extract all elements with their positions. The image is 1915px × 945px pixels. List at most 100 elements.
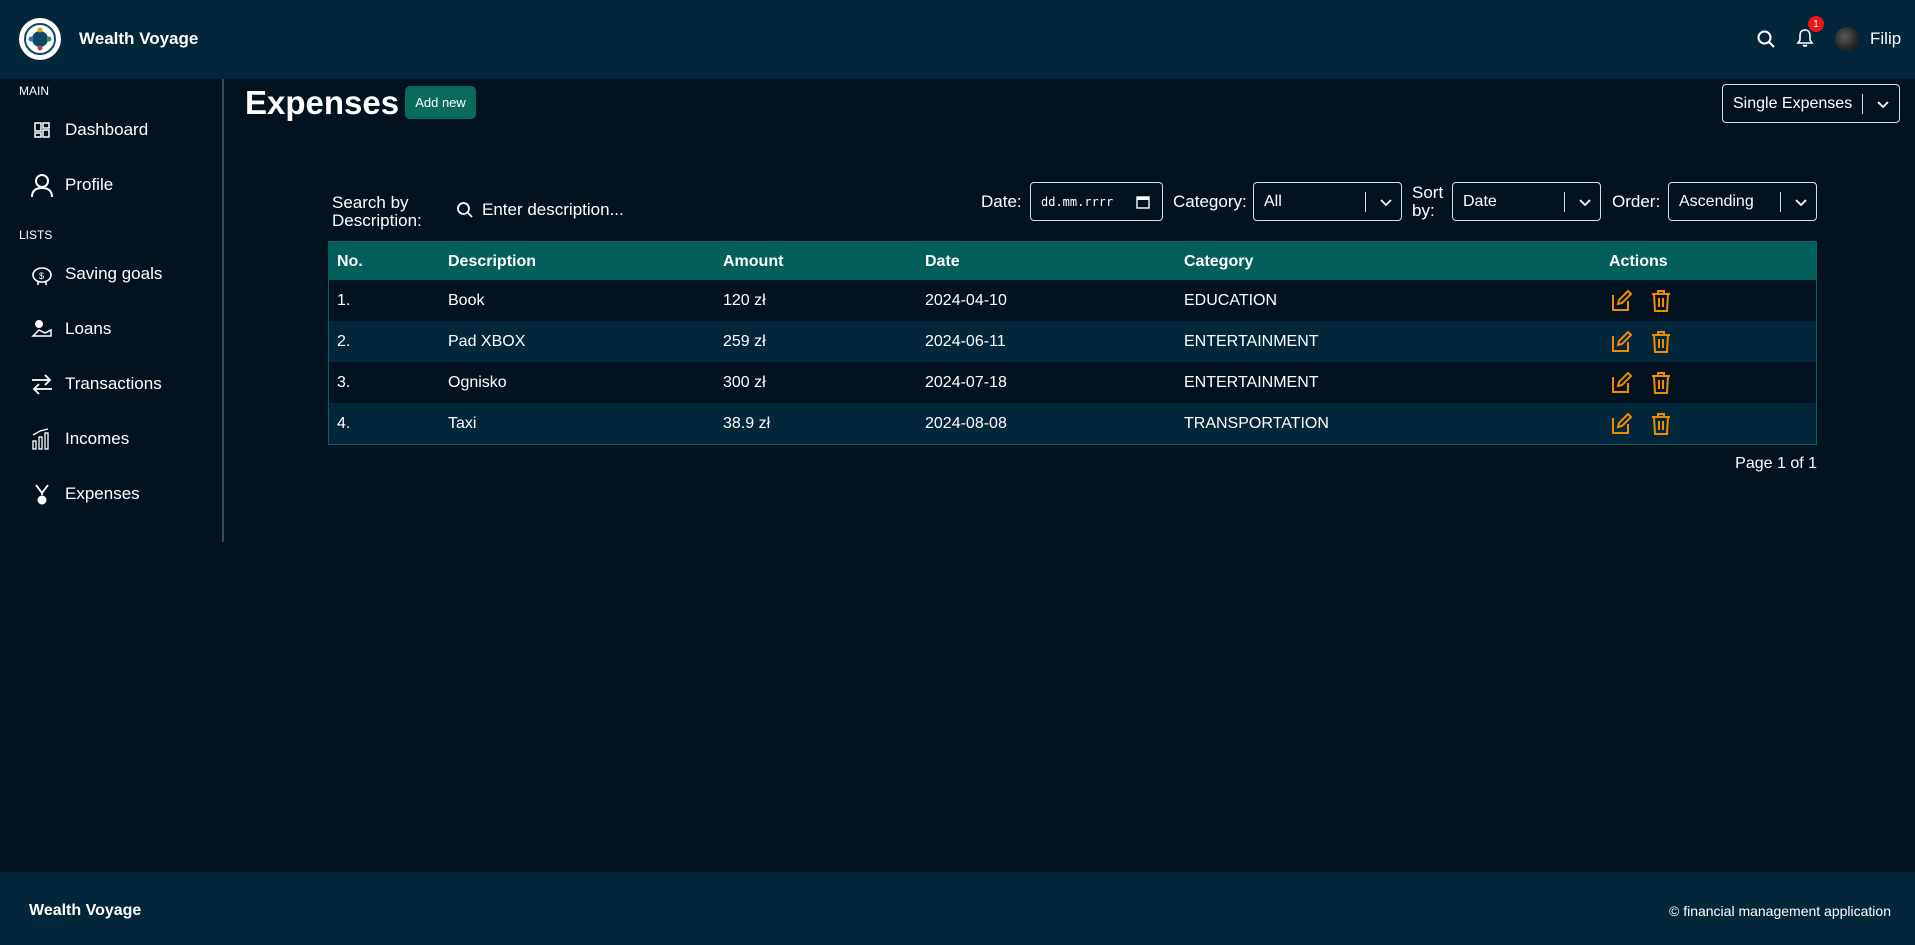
chevron-down-icon [1795,199,1807,207]
sidebar-item-label: Saving goals [65,264,163,283]
search-input[interactable] [482,200,662,220]
cell-category: TRANSPORTATION [1184,415,1329,432]
cell-date: 2024-08-08 [925,415,1007,432]
cell-no: 3. [337,374,351,391]
table-row: 4. Taxi 38.9 zł 2024-08-08 TRANSPORTATIO… [329,403,1816,444]
sidebar-item-label: Transactions [65,374,162,393]
delete-icon[interactable] [1649,412,1673,436]
sidebar-item-label: Expenses [65,484,140,503]
cell-description: Book [448,292,485,309]
cell-description: Ognisko [448,374,507,391]
order-label: Order: [1612,192,1661,211]
sidebar-item-transactions[interactable]: Transactions [28,364,218,404]
top-bar: Wealth Voyage 1 Filip [0,0,1915,79]
page-title: Expenses [245,84,400,121]
calendar-icon[interactable] [1136,195,1150,209]
column-header-actions: Actions [1609,253,1668,270]
sidebar-item-loans[interactable]: Loans [28,309,218,349]
app-logo[interactable] [19,18,61,60]
search-icon [457,202,473,218]
table-row: 1. Book 120 zł 2024-04-10 EDUCATION [329,280,1816,321]
edit-icon[interactable] [1609,289,1633,313]
search-icon [1757,30,1775,48]
table-header: No. Description Amount Date Category Act… [329,242,1816,280]
cell-amount: 120 zł [723,292,766,309]
cell-category: ENTERTAINMENT [1184,374,1319,391]
user-name[interactable]: Filip [1870,29,1901,49]
sidebar-item-label: Dashboard [65,120,149,139]
dashboard-icon [28,116,56,144]
cell-no: 2. [337,333,351,350]
cell-amount: 259 zł [723,333,766,350]
cell-amount: 300 zł [723,374,766,391]
category-select[interactable]: All [1253,182,1402,221]
expenses-table: No. Description Amount Date Category Act… [328,241,1817,445]
sidebar-item-label: Profile [65,175,114,194]
view-type-select[interactable]: Single Expenses [1722,84,1900,123]
svg-text:$: $ [39,271,44,281]
cell-amount: 38.9 zł [723,415,771,432]
select-divider [1862,94,1863,114]
chevron-down-icon [1579,199,1591,207]
footer-brand: Wealth Voyage [29,902,142,919]
select-divider [1564,192,1565,212]
edit-icon[interactable] [1609,371,1633,395]
column-header-description[interactable]: Description [448,253,536,271]
edit-icon[interactable] [1609,412,1633,436]
notification-badge: 1 [1808,16,1824,32]
column-header-date[interactable]: Date [925,253,960,271]
brand-title[interactable]: Wealth Voyage [79,29,198,49]
sort-select[interactable]: Date [1452,182,1601,221]
sidebar-item-label: Incomes [65,429,130,448]
footer: Wealth Voyage © financial management app… [0,872,1915,945]
bar-chart-icon [28,425,56,453]
sidebar-item-incomes[interactable]: Incomes [28,419,218,459]
select-divider [1365,192,1366,212]
piggy-bank-icon: $ [28,260,56,288]
cell-category: EDUCATION [1184,292,1278,309]
sidebar-item-saving-goals[interactable]: $ Saving goals [28,254,218,294]
sidebar-section-lists: LISTS [19,228,53,242]
delete-icon[interactable] [1649,289,1673,313]
column-header-category[interactable]: Category [1184,253,1253,271]
date-placeholder: dd.mm.rrrr [1041,194,1114,209]
date-label: Date: [981,192,1022,211]
footer-copyright: © financial management application [1668,903,1891,919]
delete-icon[interactable] [1649,371,1673,395]
category-value: All [1264,192,1282,210]
column-header-no[interactable]: No. [337,253,363,271]
sidebar-item-label: Loans [65,319,112,338]
sort-value: Date [1463,192,1497,210]
expense-icon [28,480,56,508]
sidebar: MAIN Dashboard Profile LISTS $ Saving go… [0,79,224,542]
add-new-button[interactable]: Add new [405,86,476,119]
cell-date: 2024-04-10 [925,292,1007,309]
cell-no: 4. [337,415,351,432]
cell-description: Taxi [448,415,477,432]
search-field[interactable] [456,200,662,220]
sidebar-item-profile[interactable]: Profile [28,165,218,205]
loan-icon [28,315,56,343]
column-header-amount[interactable]: Amount [723,253,783,271]
chevron-down-icon [1877,101,1889,109]
order-select[interactable]: Ascending [1668,182,1817,221]
cell-category: ENTERTAINMENT [1184,333,1319,350]
avatar[interactable] [1835,27,1859,51]
logo-icon [24,23,56,55]
sort-label: Sort by: [1412,183,1444,220]
chevron-down-icon [1380,199,1392,207]
delete-icon[interactable] [1649,330,1673,354]
date-field[interactable]: dd.mm.rrrr [1030,182,1163,221]
sidebar-item-expenses[interactable]: Expenses [28,474,218,514]
search-button[interactable] [1755,28,1777,50]
edit-icon[interactable] [1609,330,1633,354]
sidebar-item-dashboard[interactable]: Dashboard [28,110,218,150]
transfer-arrows-icon [28,370,56,398]
cell-date: 2024-06-11 [925,333,1006,350]
select-divider [1780,192,1781,212]
table-row: 3. Ognisko 300 zł 2024-07-18 ENTERTAINME… [329,362,1816,403]
category-label: Category: [1173,192,1247,211]
cell-no: 1. [337,292,351,309]
cell-description: Pad XBOX [448,333,526,350]
cell-date: 2024-07-18 [925,374,1007,391]
